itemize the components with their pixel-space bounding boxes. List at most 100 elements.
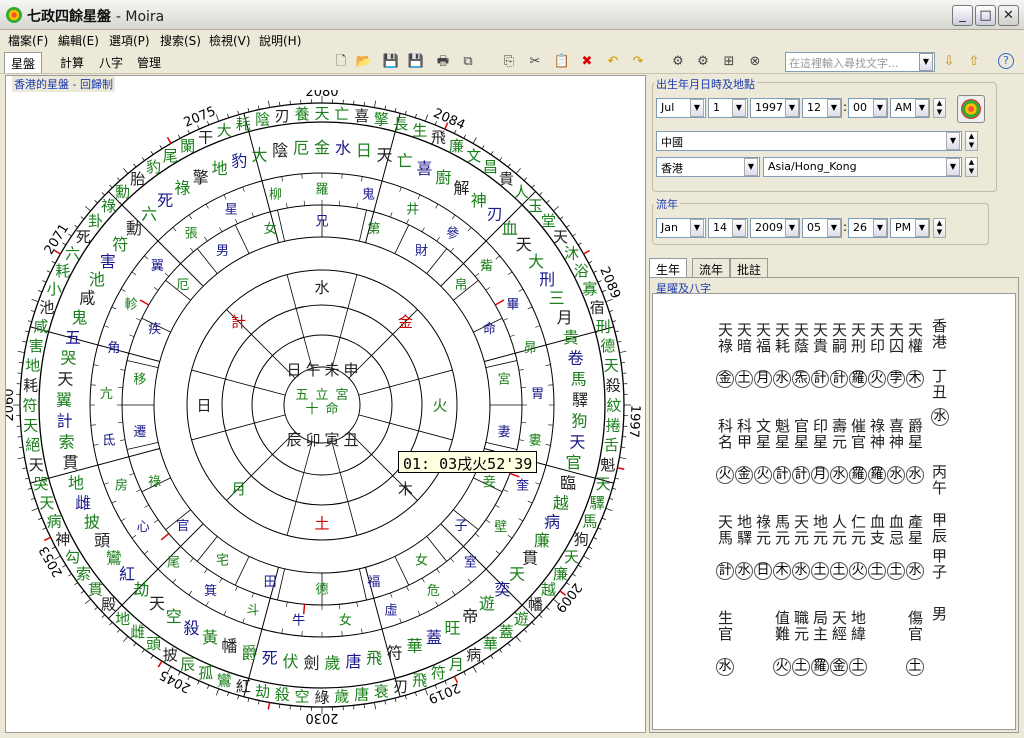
birth-time-spinner[interactable]: ▲ ▼ [933, 98, 946, 118]
degree-tick [85, 206, 91, 212]
tool4-icon[interactable]: ⊗ [746, 53, 764, 71]
star-element: 火 [754, 466, 772, 484]
transit-year-dropdown-icon[interactable]: ▼ [785, 219, 799, 237]
wheel-glyph: 神 [55, 531, 70, 549]
wheel-glyph: 五 [65, 328, 81, 347]
degree-tick [123, 636, 129, 642]
year-label: 2075 [182, 104, 218, 131]
tool1-icon[interactable]: ⚙ [669, 53, 687, 71]
wheel-glyph: 女 [339, 612, 352, 628]
star-name: 印星 [811, 418, 829, 450]
menu-options[interactable]: 選項(P) [109, 32, 150, 49]
copy-icon[interactable]: ⎘ [500, 53, 518, 71]
country-select[interactable]: 中國 [656, 131, 962, 151]
tab-natal[interactable]: 生年 [649, 258, 688, 277]
country-spinner[interactable]: ▲ ▼ [965, 131, 978, 151]
minimize-button[interactable]: _ [952, 5, 973, 26]
star-name: 值難 [773, 610, 791, 642]
delete-icon[interactable]: ✖ [578, 53, 596, 71]
transit-time-spinner[interactable]: ▲ ▼ [933, 218, 946, 238]
ring-tick [527, 500, 533, 504]
menu-edit[interactable]: 編輯(E) [58, 32, 99, 49]
tab-manage[interactable]: 管理 [131, 52, 167, 73]
wheel-glyph: 池 [89, 270, 105, 289]
star-name: 喜神 [887, 418, 905, 450]
tab-notes[interactable]: 批註 [730, 258, 769, 277]
ring-tick [535, 325, 541, 328]
degree-tick [588, 261, 593, 264]
birth-ampm-dropdown-icon[interactable]: ▼ [915, 99, 929, 117]
paste-icon[interactable]: 📋 [553, 53, 571, 71]
wheel-glyph: 三 [549, 289, 565, 308]
search-input[interactable]: 在這裡輸入尋找文字... [785, 52, 935, 72]
timezone-dropdown-icon[interactable]: ▼ [946, 158, 960, 176]
search-up-icon[interactable]: ⇧ [965, 53, 983, 71]
city-dropdown-icon[interactable]: ▼ [744, 158, 758, 176]
transit-hour-dropdown-icon[interactable]: ▼ [827, 219, 841, 237]
tab-annual[interactable]: 流年 [692, 258, 731, 277]
year-label: 2009 [552, 580, 584, 615]
export-icon[interactable]: ⧉ [459, 53, 477, 71]
ring-tick [103, 482, 109, 485]
wheel-glyph: 天 [149, 594, 165, 613]
wheel-glyph: 金 [314, 138, 330, 157]
tab-bazi[interactable]: 八字 [93, 52, 129, 73]
degree-tick [101, 614, 106, 618]
tool3-icon[interactable]: ⊞ [720, 53, 738, 71]
mansion-divider [426, 536, 448, 562]
astrology-chart-wheel[interactable]: 2080208420891997200920192030204520532060… [6, 90, 644, 732]
country-dropdown-icon[interactable]: ▼ [946, 132, 960, 150]
help-icon[interactable]: ? [998, 53, 1014, 69]
center-glyph: 宮 [335, 387, 348, 403]
transit-minute-dropdown-icon[interactable]: ▼ [873, 219, 887, 237]
chart-button[interactable] [957, 95, 985, 123]
birth-year-dropdown-icon[interactable]: ▼ [785, 99, 799, 117]
house-divider [286, 274, 313, 369]
undo-icon[interactable]: ↶ [604, 53, 622, 71]
open-icon[interactable]: 📂 [355, 53, 373, 71]
birth-day-dropdown-icon[interactable]: ▼ [732, 99, 746, 117]
maximize-button[interactable]: □ [975, 5, 996, 26]
wheel-glyph: 胎 [130, 170, 145, 188]
redo-icon[interactable]: ↷ [629, 53, 647, 71]
print-icon[interactable]: 🖶 [434, 53, 452, 71]
transit-ampm-dropdown-icon[interactable]: ▼ [915, 219, 929, 237]
transit-time-separator: : [843, 220, 848, 234]
transit-month-dropdown-icon[interactable]: ▼ [690, 219, 704, 237]
tab-calculate[interactable]: 計算 [54, 52, 90, 73]
menu-help[interactable]: 說明(H) [259, 32, 301, 49]
house-divider [331, 274, 358, 369]
birth-hour-dropdown-icon[interactable]: ▼ [827, 99, 841, 117]
tab-chart[interactable]: 星盤 [4, 52, 43, 73]
wheel-glyph: 星 [225, 203, 238, 218]
birth-minute-dropdown-icon[interactable]: ▼ [873, 99, 887, 117]
transit-day-dropdown-icon[interactable]: ▼ [732, 219, 746, 237]
save-as-icon[interactable]: 💾 [407, 53, 425, 71]
wheel-glyph: 移 [133, 372, 146, 387]
wheel-glyph: 房 [115, 478, 128, 494]
close-button[interactable]: ✕ [998, 5, 1019, 26]
menu-file[interactable]: 檔案(F) [8, 32, 48, 49]
cut-icon[interactable]: ✂ [526, 53, 544, 71]
new-icon[interactable]: 🗋 [332, 53, 350, 71]
ring-tick [450, 247, 455, 252]
timezone-select[interactable]: Asia/Hong_Kong [763, 157, 962, 177]
tool2-icon[interactable]: ⚙ [694, 53, 712, 71]
save-icon[interactable]: 💾 [382, 53, 400, 71]
star-element: 水 [830, 466, 848, 484]
menu-search[interactable]: 搜索(S) [160, 32, 201, 49]
wheel-glyph: 害 [29, 337, 44, 355]
star-element: 孛 [887, 370, 905, 388]
star-element: 火 [849, 562, 867, 580]
search-dropdown-icon[interactable]: ▼ [919, 53, 933, 71]
birth-month-dropdown-icon[interactable]: ▼ [690, 99, 704, 117]
search-down-icon[interactable]: ⇩ [940, 53, 958, 71]
wheel-glyph: 綠 [314, 688, 329, 706]
wheel-glyph: 女 [264, 221, 277, 237]
wheel-glyph: 越 [553, 493, 569, 512]
wheel-glyph: 天 [314, 104, 329, 122]
degree-tick [258, 105, 260, 110]
menu-view[interactable]: 檢視(V) [209, 32, 251, 49]
city-spinner[interactable]: ▲ ▼ [965, 157, 978, 177]
house-divider [358, 414, 453, 441]
